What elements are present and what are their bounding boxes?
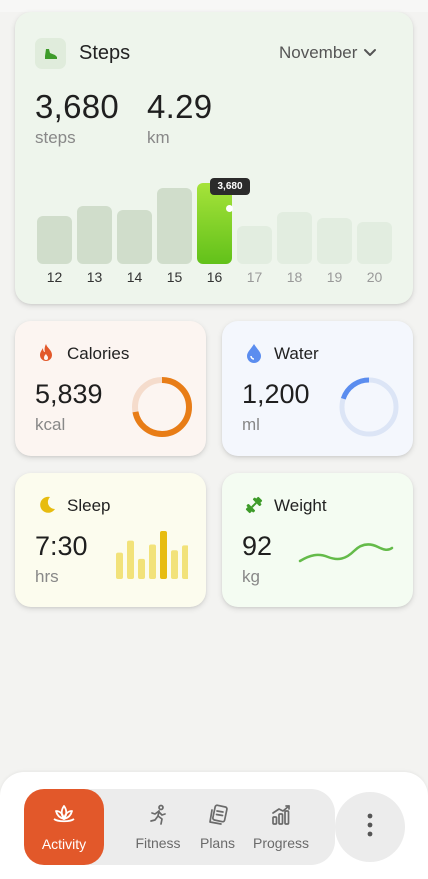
steps-bar-12[interactable] xyxy=(37,215,72,264)
calories-ring xyxy=(132,377,192,437)
month-selector[interactable]: November xyxy=(279,43,377,63)
sleep-title: Sleep xyxy=(67,496,111,515)
steps-bar-16[interactable] xyxy=(197,183,232,264)
steps-title: Steps xyxy=(79,42,131,64)
nav-label-fitness: Fitness xyxy=(135,834,181,851)
steps-unit: steps xyxy=(35,128,76,147)
nav-label-activity: Activity xyxy=(41,835,87,852)
month-label: November xyxy=(279,43,358,62)
weight-unit: kg xyxy=(242,567,260,586)
steps-bar-17[interactable] xyxy=(237,226,272,264)
calories-unit: kcal xyxy=(35,415,66,434)
water-value: 1,200 xyxy=(242,379,310,409)
nav-item-fitness[interactable]: Fitness xyxy=(128,789,188,865)
distance-unit: km xyxy=(147,128,170,147)
dumbbell-icon xyxy=(244,495,264,520)
steps-x-label: 18 xyxy=(286,269,303,285)
nav-label-progress: Progress xyxy=(252,834,310,851)
steps-x-label: 14 xyxy=(126,269,143,285)
lotus-icon xyxy=(51,803,77,830)
nav-group: Activity Fitness Plans Progress xyxy=(24,789,335,865)
sleep-bar xyxy=(116,552,123,579)
water-card[interactable]: Water 1,200 ml xyxy=(222,321,413,456)
shoe-icon xyxy=(35,38,66,69)
sleep-bar xyxy=(160,531,167,579)
calories-title: Calories xyxy=(67,344,130,363)
steps-bar-18[interactable] xyxy=(277,211,312,264)
sleep-bar xyxy=(149,544,156,579)
tooltip-dot xyxy=(226,205,233,212)
water-drop-icon xyxy=(245,343,263,368)
weight-title: Weight xyxy=(274,496,327,515)
progress-icon xyxy=(270,804,292,829)
steps-x-label: 16 xyxy=(206,269,223,285)
more-vertical-icon xyxy=(367,813,373,842)
water-unit: ml xyxy=(242,415,260,434)
nav-item-activity[interactable]: Activity xyxy=(24,789,104,865)
sleep-unit: hrs xyxy=(35,567,59,586)
top-strip xyxy=(0,0,428,12)
weight-trend-line xyxy=(298,543,394,563)
sleep-bar xyxy=(138,558,145,579)
sleep-card[interactable]: Sleep 7:30 hrs xyxy=(15,473,206,607)
steps-x-label: 13 xyxy=(86,269,103,285)
nav-label-plans: Plans xyxy=(199,834,236,851)
steps-x-label: 19 xyxy=(326,269,343,285)
sleep-bar xyxy=(171,550,178,579)
steps-bar-15[interactable] xyxy=(157,188,192,264)
steps-count: 3,680 xyxy=(35,88,120,125)
steps-x-label: 20 xyxy=(366,269,383,285)
steps-x-label: 15 xyxy=(166,269,183,285)
bottom-nav: Activity Fitness Plans Progress xyxy=(0,772,428,879)
plans-icon xyxy=(207,803,229,829)
flame-icon xyxy=(38,343,54,368)
sleep-bar xyxy=(127,540,134,579)
sleep-chart xyxy=(116,531,188,579)
nav-item-progress[interactable]: Progress xyxy=(248,789,314,865)
steps-card[interactable]: Steps November 3,680 steps 4.29 km 12 13 1… xyxy=(15,12,413,304)
running-icon xyxy=(147,804,169,829)
sleep-bar xyxy=(182,545,188,579)
more-options-button[interactable] xyxy=(335,792,405,862)
steps-tooltip: 3,680 xyxy=(210,178,250,195)
steps-bar-14[interactable] xyxy=(117,209,152,264)
calories-card[interactable]: Calories 5,839 kcal xyxy=(15,321,206,456)
water-ring xyxy=(339,377,399,437)
weight-card[interactable]: Weight 92 kg xyxy=(222,473,413,607)
sleep-value: 7:30 xyxy=(35,531,88,561)
water-title: Water xyxy=(274,344,319,363)
steps-bar-19[interactable] xyxy=(317,217,352,264)
distance-value: 4.29 xyxy=(147,88,213,125)
weight-value: 92 xyxy=(242,531,273,561)
steps-bar-20[interactable] xyxy=(357,221,392,264)
nav-item-plans[interactable]: Plans xyxy=(190,789,245,865)
steps-x-label: 12 xyxy=(46,269,63,285)
steps-bar-13[interactable] xyxy=(77,205,112,264)
moon-icon xyxy=(37,495,57,520)
steps-x-label: 17 xyxy=(246,269,263,285)
chevron-down-icon xyxy=(363,43,377,63)
calories-value: 5,839 xyxy=(35,379,103,409)
